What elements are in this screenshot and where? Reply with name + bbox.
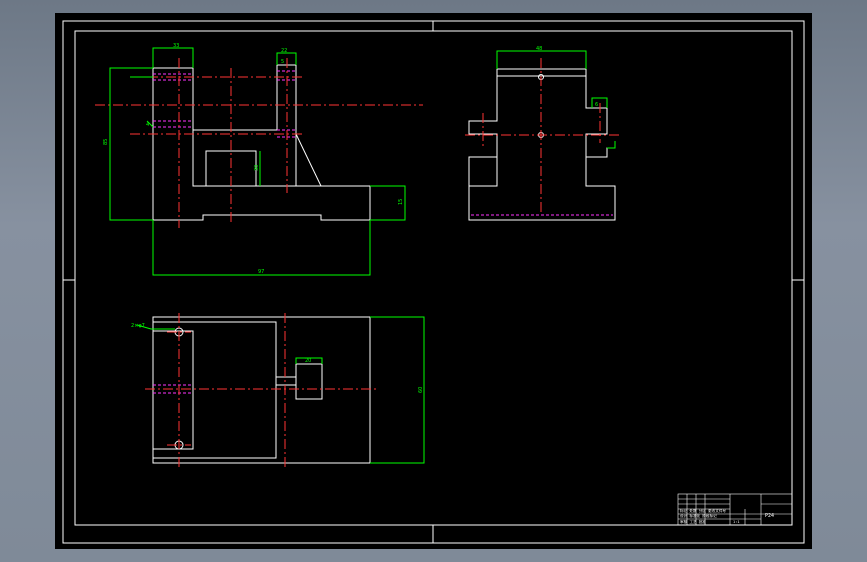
drawing-sheet: 33 22 5 4 85 30 15 97 48 6 2×φ7 20 60 标记… xyxy=(55,13,812,549)
dim-overall-depth: 60 xyxy=(418,387,424,393)
top-view-outline xyxy=(152,316,371,464)
side-view-outline xyxy=(468,68,616,221)
dim-rib-top-width: 22 xyxy=(281,48,287,54)
dim-base-height: 15 xyxy=(398,199,404,205)
title-block-row-3: 审核 工艺 批准 xyxy=(680,519,706,524)
outer-border xyxy=(62,20,805,544)
inner-border xyxy=(74,30,793,526)
dim-side-top-width: 48 xyxy=(536,46,542,52)
dim-overall-height: 85 xyxy=(103,139,109,145)
dim-hole-depth: 4 xyxy=(146,122,149,128)
title-block-row-1: 标记 处数 分区 更改文件号 xyxy=(680,508,726,513)
title-block-scale: 1:1 xyxy=(733,520,740,524)
title-block-row-2: 设计 标准化 阶段标记 xyxy=(680,513,717,518)
cad-drawing: 33 22 5 4 85 30 15 97 48 6 2×φ7 20 60 标记… xyxy=(62,20,805,544)
dim-side-slot-width: 6 xyxy=(595,102,598,108)
title-block: 标记 处数 分区 更改文件号 设计 标准化 阶段标记 审核 工艺 批准 1:1 … xyxy=(677,493,793,526)
dim-hole-dia: 2×φ7 xyxy=(131,323,145,329)
title-block-drawing-no: P24 xyxy=(765,513,774,519)
dim-overall-width: 97 xyxy=(258,269,264,275)
dim-top-boss-width: 33 xyxy=(173,43,179,49)
side-view-dimension-lines xyxy=(496,50,616,149)
front-view: 33 22 5 4 85 30 15 97 xyxy=(95,43,423,276)
dim-slot-height: 30 xyxy=(254,165,260,171)
dim-top-slot-width: 20 xyxy=(305,358,311,364)
side-view-dimension-labels: 48 6 xyxy=(536,46,598,108)
side-view: 48 6 xyxy=(465,46,620,221)
front-view-hidden-lines xyxy=(153,70,296,138)
front-view-dimension-lines xyxy=(109,47,406,276)
front-view-dimension-labels: 33 22 5 4 85 30 15 97 xyxy=(103,43,404,275)
sheet-borders xyxy=(62,20,805,544)
front-view-centerlines xyxy=(95,58,423,228)
dim-small-offset: 5 xyxy=(281,59,284,65)
front-view-outline xyxy=(152,64,371,221)
side-view-centerlines xyxy=(465,58,620,213)
top-view: 2×φ7 20 60 xyxy=(131,313,425,468)
